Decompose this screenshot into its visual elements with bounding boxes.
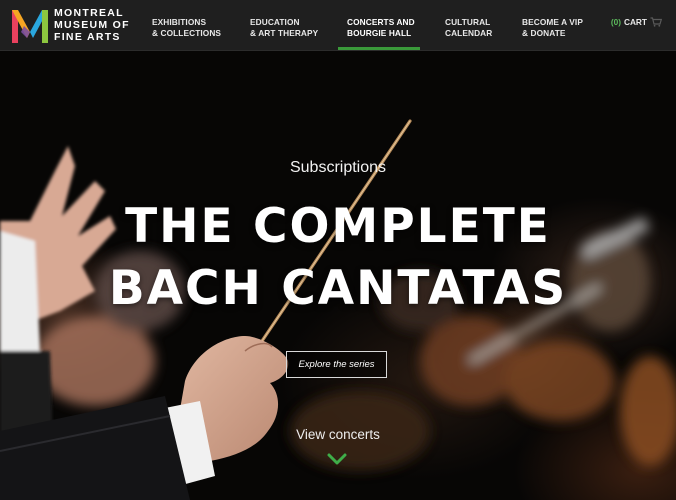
nav-item-line: BOURGIE HALL — [347, 28, 412, 38]
chevron-down-icon[interactable] — [327, 453, 347, 465]
top-navigation: MONTREAL MUSEUM OF FINE ARTS EXHIBITIONS… — [0, 0, 676, 51]
cart-label: CART — [623, 17, 647, 27]
nav-item-concerts[interactable]: CONCERTS AND BOURGIE HALL — [347, 17, 415, 39]
nav-item-line: & COLLECTIONS — [152, 28, 222, 38]
nav-item-line: EDUCATION — [250, 17, 300, 27]
mmfa-logo[interactable]: MONTREAL MUSEUM OF FINE ARTS — [10, 7, 130, 45]
explore-series-button[interactable]: Explore the series — [286, 351, 387, 378]
nav-item-line: CALENDAR — [445, 28, 493, 38]
nav-item-education[interactable]: EDUCATION & ART THERAPY — [250, 17, 318, 39]
hero-title-line: BACH CANTATAS — [108, 261, 568, 316]
mmfa-logo-mark-icon — [12, 10, 48, 43]
nav-item-line: & ART THERAPY — [250, 28, 319, 38]
hero-kicker: Subscriptions — [289, 159, 387, 176]
nav-item-line: EXHIBITIONS — [152, 17, 207, 27]
active-nav-indicator — [338, 47, 420, 50]
logo-line: MUSEUM OF — [54, 19, 130, 31]
hero-title: THE COMPLETE BACH CANTATAS — [0, 196, 676, 320]
view-concerts-link[interactable]: View concerts — [0, 427, 676, 442]
logo-line: FINE ARTS — [54, 31, 121, 43]
cart-link[interactable]: (0) CART — [611, 17, 662, 27]
logo-line: MONTREAL — [54, 7, 124, 19]
nav-item-cultural-calendar[interactable]: CULTURAL CALENDAR — [445, 17, 492, 39]
nav-item-line: & DONATE — [522, 28, 566, 38]
nav-item-vip-donate[interactable]: BECOME A VIP & DONATE — [522, 17, 583, 39]
hero-title-line: THE COMPLETE — [125, 199, 551, 254]
nav-item-line: BECOME A VIP — [522, 17, 583, 27]
hero-banner: Subscriptions THE COMPLETE BACH CANTATAS… — [0, 51, 676, 500]
nav-item-line: CULTURAL — [445, 17, 491, 27]
nav-item-exhibitions[interactable]: EXHIBITIONS & COLLECTIONS — [152, 17, 221, 39]
nav-item-line: CONCERTS AND — [347, 17, 415, 27]
logo-wordmark: MONTREAL MUSEUM OF FINE ARTS — [54, 7, 130, 43]
cart-count: (0) — [610, 17, 621, 27]
shopping-cart-icon — [650, 17, 662, 27]
